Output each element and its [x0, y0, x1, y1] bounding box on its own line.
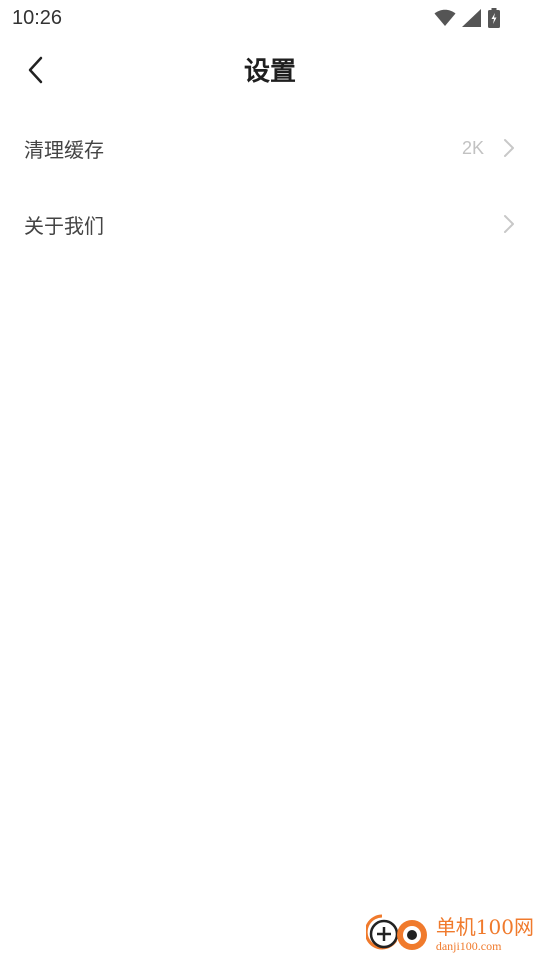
wifi-icon: [434, 9, 456, 27]
status-icons: [434, 6, 500, 30]
watermark-title: 单机100网: [435, 914, 534, 939]
battery-charging-icon: [488, 8, 500, 28]
chevron-right-icon: [502, 136, 516, 160]
status-bar: 10:26: [0, 0, 540, 36]
settings-list: 清理缓存 2K 关于我们: [0, 110, 540, 262]
settings-item-label: 清理缓存: [24, 137, 104, 162]
settings-item-about-us[interactable]: 关于我们: [0, 186, 540, 262]
settings-item-clear-cache[interactable]: 清理缓存 2K: [0, 110, 540, 186]
page-title: 设置: [243, 57, 296, 87]
watermark-logo-icon: [364, 910, 430, 958]
watermark-subtitle: danji100.com: [435, 938, 502, 953]
cache-size-value: 2K: [461, 137, 484, 158]
chevron-right-icon: [502, 212, 516, 236]
cellular-signal-icon: [462, 9, 482, 27]
settings-item-label: 关于我们: [24, 213, 104, 238]
watermark: 单机100网 danji100.com: [364, 910, 534, 958]
header: 设置: [0, 44, 540, 100]
status-time: 10:26: [12, 7, 63, 29]
